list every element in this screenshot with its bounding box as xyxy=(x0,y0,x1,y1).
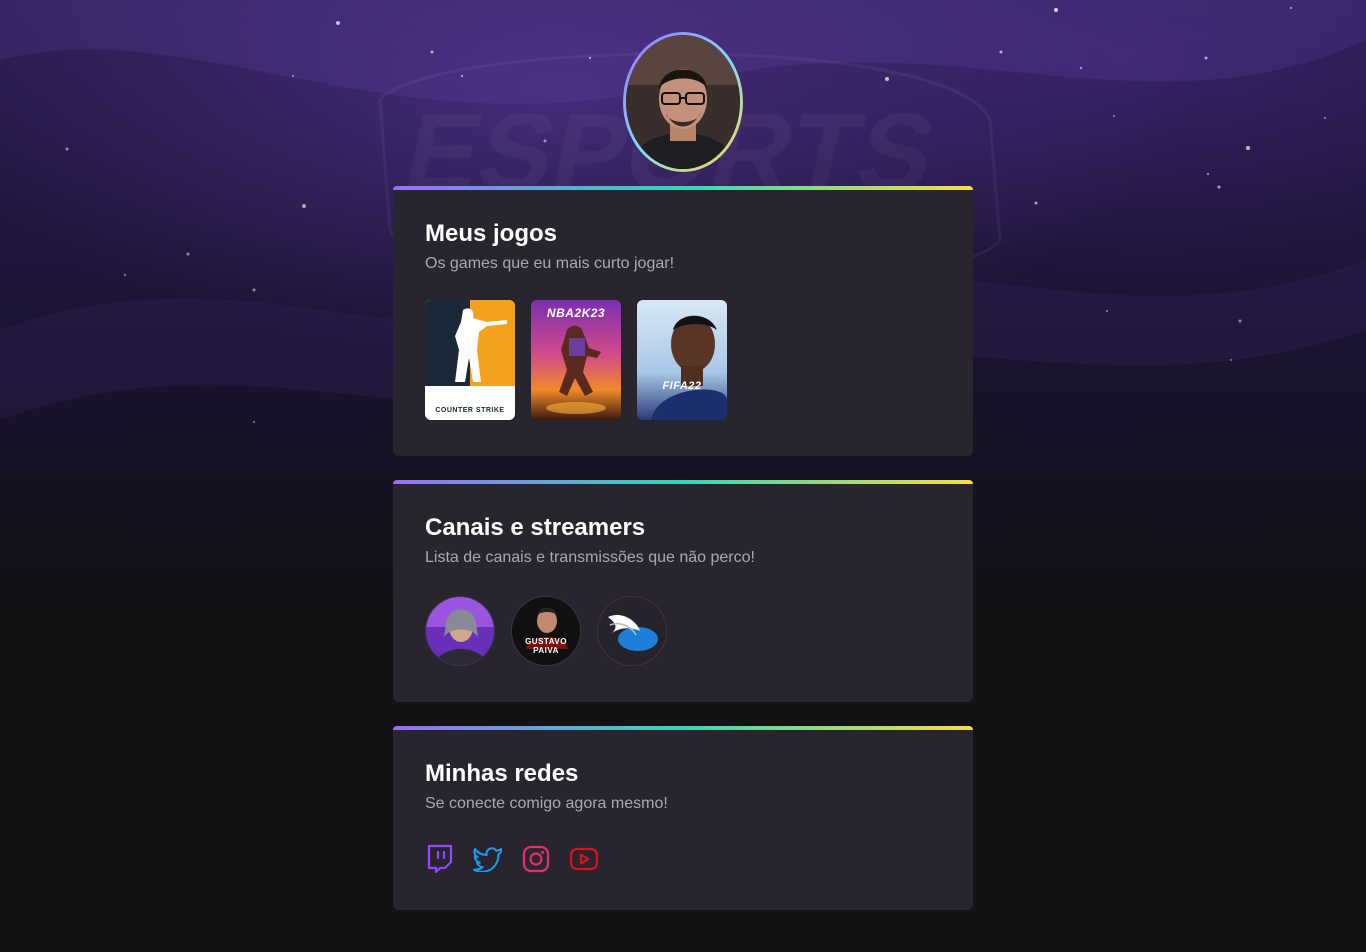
game-caption: NBA2K23 xyxy=(546,306,606,320)
streamers-subtitle: Lista de canais e transmissões que não p… xyxy=(425,549,755,566)
avatar xyxy=(626,35,740,169)
twitch-link[interactable] xyxy=(425,844,455,874)
streamers-card: Canais e streamers Lista de canais e tra… xyxy=(393,480,973,702)
twitter-link[interactable] xyxy=(473,844,503,874)
games-list: COUNTER STRIKE NBA2K23 FIFA22 xyxy=(425,300,941,420)
socials-subtitle: Se conecte comigo agora mesmo! xyxy=(425,795,668,812)
games-subtitle: Os games que eu mais curto jogar! xyxy=(425,255,675,272)
streamer-avatar-gustavo-paiva[interactable]: GUSTAVO PAIVA xyxy=(511,596,581,666)
games-title: Meus jogos xyxy=(425,220,558,247)
instagram-link[interactable] xyxy=(521,844,551,874)
avatar-frame xyxy=(623,32,743,172)
youtube-icon xyxy=(569,847,599,871)
game-caption: FIFA22 xyxy=(662,380,702,392)
game-cover-counter-strike[interactable]: COUNTER STRIKE xyxy=(425,300,515,420)
profile-container: Meus jogos Os games que eu mais curto jo… xyxy=(393,32,973,910)
game-cover-nba-2k23[interactable]: NBA2K23 xyxy=(531,300,621,420)
streamer-avatar-3[interactable] xyxy=(597,596,667,666)
socials-title: Minhas redes xyxy=(425,760,579,787)
twitter-icon xyxy=(473,847,502,872)
streamers-list: GUSTAVO PAIVA xyxy=(425,596,941,666)
streamers-title: Canais e streamers xyxy=(425,514,646,541)
instagram-icon xyxy=(522,845,550,873)
socials-card: Minhas redes Se conecte comigo agora mes… xyxy=(393,726,973,910)
socials-list xyxy=(425,844,941,874)
streamer-avatar-1[interactable] xyxy=(425,596,495,666)
game-cover-fifa-22[interactable]: FIFA22 xyxy=(637,300,727,420)
games-card: Meus jogos Os games que eu mais curto jo… xyxy=(393,186,973,456)
youtube-link[interactable] xyxy=(569,844,599,874)
twitch-icon xyxy=(427,844,453,874)
streamer-caption: GUSTAVO PAIVA xyxy=(525,637,567,655)
game-caption: COUNTER STRIKE xyxy=(435,407,505,414)
